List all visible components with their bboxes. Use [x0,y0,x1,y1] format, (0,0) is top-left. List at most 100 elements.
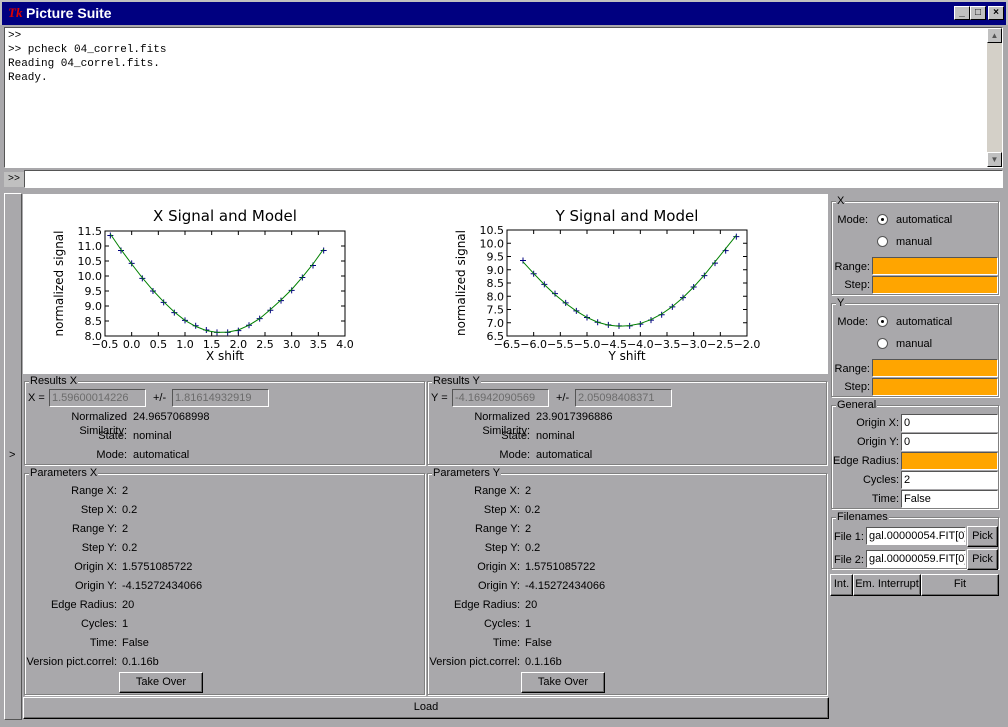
close-button[interactable]: × [988,6,1004,20]
load-button[interactable]: Load [23,697,829,719]
x-tick-label: 4.0 [336,338,354,351]
mode-label: Mode: [96,449,127,461]
param-value: -4.15272434066 [525,580,606,592]
y-tick-label: 10.5 [78,255,103,268]
window-title: Picture Suite [26,5,112,21]
param-label: Version pict.correl: [429,656,520,668]
y-manual-radio[interactable] [877,338,888,349]
y-axis-label: normalized signal [454,230,468,336]
y-pm-field: 2.05098408371 [575,389,672,407]
chart-title: Y Signal and Model [555,207,699,225]
minimize-button[interactable]: _ [954,6,970,20]
maximize-button[interactable]: □ [970,6,986,20]
param-label: Step Y: [484,542,520,554]
y-auto-radio[interactable] [877,316,888,327]
x-auto-radio[interactable] [877,214,888,225]
param-value: 0.2 [525,542,541,554]
range-label: Range: [834,261,870,273]
x-manual-label[interactable]: manual [896,235,932,249]
console-scrollbar[interactable]: ▲ ▼ [987,28,1002,167]
param-value: 0.1.16b [525,656,562,668]
file2-field[interactable]: gal.00000059.FIT[0] [866,550,966,568]
chevron-right-icon[interactable]: > [9,449,15,461]
origin-y-field[interactable]: 0 [901,433,998,451]
x-tick-label: −3.5 [654,338,681,351]
group-title: Filenames [836,510,889,524]
y-tick-label: 8.5 [85,315,103,328]
x-range-field[interactable] [872,257,998,275]
group-title: Results X [29,374,79,388]
group-title: Y [836,296,846,310]
take-over-x-button[interactable]: Take Over [119,672,203,693]
param-value: 2 [525,523,532,535]
results-y-group: Results Y Y = -4.16942090569 +/- 2.05098… [427,374,827,465]
signal-point [192,322,199,329]
file1-label: File 1: [834,531,864,543]
x-step-field[interactable] [872,276,998,294]
y-manual-label[interactable]: manual [896,337,932,351]
param-value: 1 [122,618,129,630]
x-tick-label: 3.0 [283,338,301,351]
param-label: Step X: [80,504,117,516]
cycles-field[interactable]: 2 [901,471,998,489]
y-tick-label: 11.5 [78,225,103,238]
param-value: False [122,637,149,649]
y-value-field: -4.16942090569 [452,389,549,407]
param-value: 0.2 [525,504,541,516]
y-auto-label[interactable]: automatical [896,315,952,329]
general-group: General Origin X: 0 Origin Y: 0 Edge Rad… [831,398,999,509]
param-value: False [525,637,552,649]
group-title: X [836,194,846,208]
scroll-down-arrow-icon[interactable]: ▼ [987,152,1002,167]
y-step-field[interactable] [872,378,998,396]
model-line [109,233,325,333]
group-title: Parameters X [29,466,99,480]
param-label: Origin Y: [75,580,117,592]
y-range-field[interactable] [872,359,998,377]
side-x-group: X Mode: automatical manual Range: Step: [831,194,999,295]
x-auto-label[interactable]: automatical [896,213,952,227]
param-label: Range Y: [474,523,520,535]
int-button[interactable]: Int. [830,574,853,596]
param-label: Edge Radius: [453,599,520,611]
param-value: -4.15272434066 [122,580,203,592]
origin-x-field[interactable]: 0 [901,414,998,432]
step-label: Step: [844,279,870,291]
x-tick-label: −2.0 [734,338,761,351]
edge-radius-field[interactable] [901,452,998,470]
x-tick-label: 0.5 [150,338,168,351]
time-field[interactable]: False [901,490,998,508]
tk-app-icon: Tk [8,5,23,20]
time-label: Time: [871,493,899,505]
collapse-strip[interactable]: > [4,193,22,720]
fit-button[interactable]: Fit [921,574,999,596]
take-over-y-button[interactable]: Take Over [521,672,605,693]
console-output[interactable]: >> >> pcheck 04_correl.fits Reading 04_c… [4,27,1003,168]
em-interrupt-button[interactable]: Em. Interrupt [853,574,921,596]
console-line: >> [8,30,22,42]
pick-file2-button[interactable]: Pick [967,549,998,570]
file1-field[interactable]: gal.00000054.FIT[0] [866,527,966,545]
state-label: State: [98,430,127,442]
file2-label: File 2: [834,554,864,566]
x-axis-label: X shift [206,349,244,363]
results-x-group: Results X X = 1.59600014226 +/- 1.816149… [24,374,425,465]
plot-frame [104,230,346,337]
edge-radius-label: Edge Radius: [832,455,899,467]
chart-title: X Signal and Model [153,207,297,225]
y-tick-label: 7.5 [487,304,505,317]
x-manual-radio[interactable] [877,236,888,247]
parameters-y-group: Parameters Y Take Over Range X: 2 Step X: 0… [427,466,827,695]
state-value: nominal [536,430,575,442]
similarity-value: 23.9017396886 [536,411,613,423]
scroll-up-arrow-icon[interactable]: ▲ [987,28,1002,43]
param-value: 2 [525,485,532,497]
y-tick-label: 10.5 [480,224,505,237]
signal-point [288,287,295,294]
group-title: Results Y [432,374,481,388]
y-tick-label: 7.0 [487,317,505,330]
y-axis-label: normalized signal [52,231,66,337]
pick-file1-button[interactable]: Pick [967,526,998,547]
command-input[interactable] [24,170,1003,188]
y-chart: Y Signal and Model−6.5 −6.0 −5.5 −5.0 −4.5 −4… [454,207,760,363]
